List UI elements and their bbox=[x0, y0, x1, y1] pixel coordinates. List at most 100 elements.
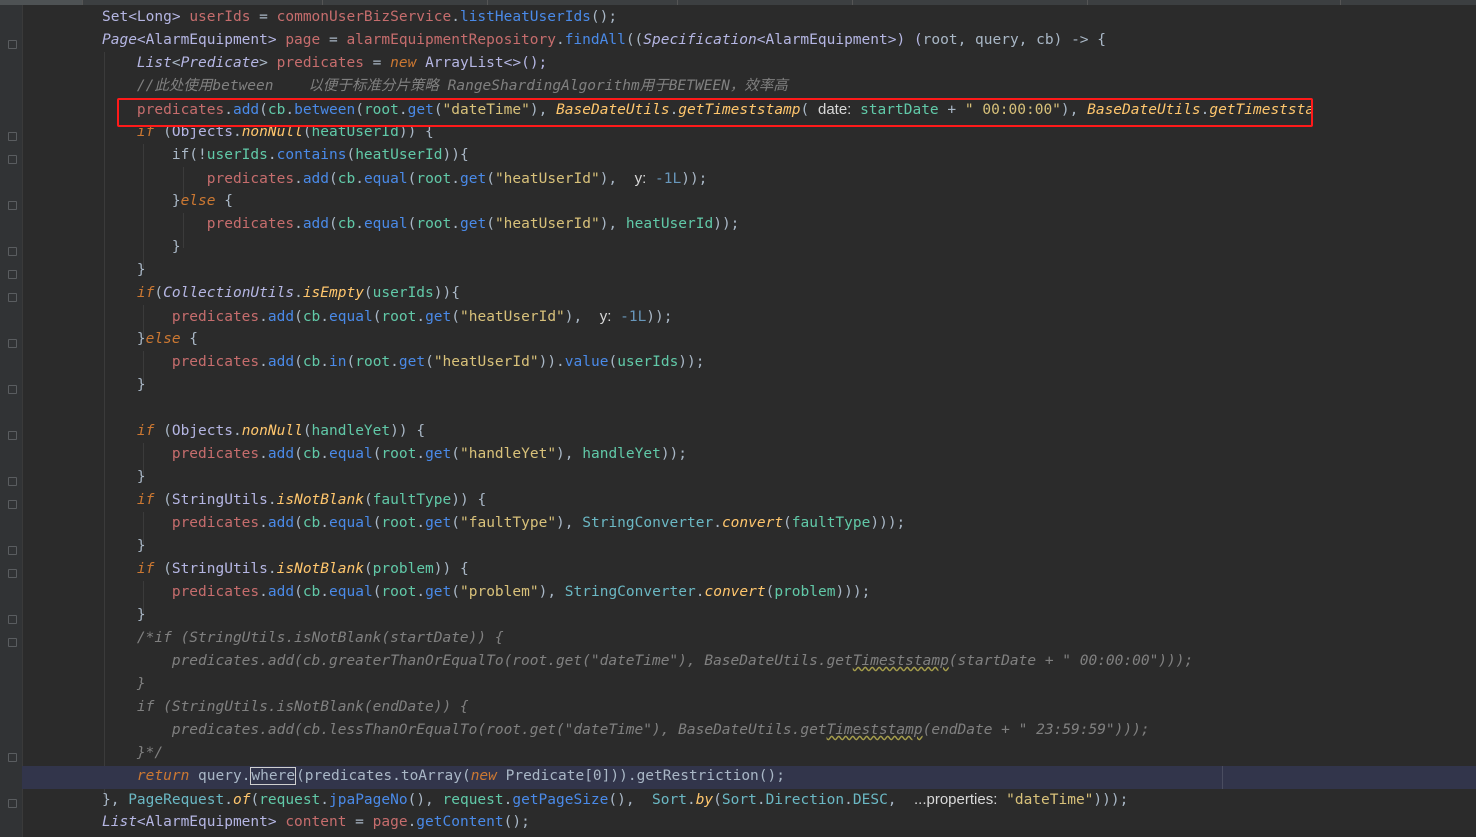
code-token: . bbox=[259, 515, 268, 531]
code-line[interactable]: Set<Long> userIds = commonUserBizService… bbox=[102, 6, 1314, 29]
code-line[interactable] bbox=[102, 397, 1314, 420]
editor-tab[interactable] bbox=[1087, 0, 1341, 5]
code-line[interactable]: }else { bbox=[102, 190, 1314, 213]
fold-marker-icon[interactable] bbox=[8, 569, 17, 578]
editor-tab[interactable] bbox=[322, 0, 488, 5]
code-token: equal bbox=[363, 171, 408, 187]
fold-marker-icon[interactable] bbox=[8, 753, 17, 762]
code-line[interactable]: predicates.add(cb.equal(root.get("heatUs… bbox=[102, 213, 1314, 236]
code-line[interactable]: predicates.add(cb.in(root.get("heatUserI… bbox=[102, 351, 1314, 374]
fold-marker-icon[interactable] bbox=[8, 247, 17, 256]
fold-marker-icon[interactable] bbox=[8, 385, 17, 394]
code-token: -1L bbox=[646, 171, 682, 187]
code-line[interactable]: predicates.add(cb.equal(root.get("heatUs… bbox=[102, 167, 1314, 190]
code-line[interactable]: } bbox=[102, 236, 1314, 259]
fold-marker-icon[interactable] bbox=[8, 799, 17, 808]
code-token: ( bbox=[329, 216, 338, 232]
code-token: . bbox=[259, 446, 268, 462]
code-token: predicates bbox=[276, 55, 364, 71]
code-line[interactable]: if(CollectionUtils.isEmpty(userIds)){ bbox=[102, 282, 1314, 305]
code-token: ( bbox=[250, 792, 260, 808]
code-token: Specification bbox=[643, 32, 757, 48]
code-line[interactable]: predicates.add(cb.equal(root.get("proble… bbox=[102, 581, 1314, 604]
editor-tab[interactable] bbox=[852, 0, 1088, 5]
code-token: = bbox=[346, 814, 373, 830]
code-line[interactable]: } bbox=[102, 604, 1314, 627]
code-line[interactable]: }else { bbox=[102, 328, 1314, 351]
code-line[interactable]: predicates.add(cb.equal(root.get("heatUs… bbox=[102, 305, 1314, 328]
code-token: <AlarmEquipment> bbox=[136, 32, 286, 48]
fold-marker-icon[interactable] bbox=[8, 638, 17, 647]
editor-tab-bar bbox=[0, 0, 1476, 5]
code-token: predicates bbox=[171, 309, 260, 325]
editor-tab[interactable] bbox=[82, 0, 323, 5]
code-token: )) { bbox=[451, 492, 487, 508]
code-token: of bbox=[232, 792, 251, 808]
parameter-hint: ...properties: bbox=[914, 791, 998, 808]
code-token: handleYet bbox=[582, 446, 661, 462]
code-token: predicates bbox=[206, 171, 295, 187]
code-editor[interactable]: Set<Long> userIds = commonUserBizService… bbox=[102, 6, 1314, 834]
code-token: where bbox=[250, 767, 297, 785]
fold-marker-icon[interactable] bbox=[8, 201, 17, 210]
code-line[interactable]: if (StringUtils.isNotBlank(problem)) { bbox=[102, 558, 1314, 581]
code-line[interactable]: if (Objects.nonNull(handleYet)) { bbox=[102, 420, 1314, 443]
code-line[interactable]: predicates.add(cb.greaterThanOrEqualTo(r… bbox=[102, 650, 1314, 673]
code-token: < bbox=[171, 55, 181, 71]
fold-marker-icon[interactable] bbox=[8, 546, 17, 555]
code-token: userIds bbox=[617, 354, 679, 370]
code-line[interactable]: Page<AlarmEquipment> page = alarmEquipme… bbox=[102, 29, 1314, 52]
code-line[interactable]: return query.where(predicates.toArray(ne… bbox=[102, 765, 1314, 788]
code-line[interactable]: }*/ bbox=[102, 742, 1314, 765]
code-token: . bbox=[407, 814, 417, 830]
editor-tab[interactable] bbox=[1340, 0, 1476, 5]
code-line[interactable]: predicates.add(cb.lessThanOrEqualTo(root… bbox=[102, 719, 1314, 742]
code-line[interactable]: if(!userIds.contains(heatUserId)){ bbox=[102, 144, 1314, 167]
fold-marker-icon[interactable] bbox=[8, 155, 17, 164]
code-token: cb bbox=[302, 309, 321, 325]
code-line[interactable]: } bbox=[102, 466, 1314, 489]
fold-marker-icon[interactable] bbox=[8, 477, 17, 486]
code-line[interactable]: List<Predicate> predicates = new ArrayLi… bbox=[102, 52, 1314, 75]
code-line[interactable]: List<AlarmEquipment> content = page.getC… bbox=[102, 811, 1314, 834]
fold-marker-icon[interactable] bbox=[8, 132, 17, 141]
code-token: } bbox=[102, 538, 146, 554]
code-line[interactable]: /*if (StringUtils.isNotBlank(startDate))… bbox=[102, 627, 1314, 650]
editor-tab[interactable] bbox=[677, 0, 853, 5]
code-line[interactable]: }, PageRequest.of(request.jpaPageNo(), r… bbox=[102, 788, 1314, 811]
code-token: . bbox=[844, 792, 853, 808]
code-token: ))); bbox=[835, 584, 871, 600]
code-line[interactable]: } bbox=[102, 673, 1314, 696]
code-token: contains bbox=[276, 147, 347, 163]
fold-marker-icon[interactable] bbox=[8, 293, 17, 302]
fold-marker-icon[interactable] bbox=[8, 40, 17, 49]
code-token: } bbox=[102, 607, 146, 623]
code-token: . bbox=[355, 171, 364, 187]
fold-marker-icon[interactable] bbox=[8, 431, 17, 440]
code-line[interactable]: } bbox=[102, 259, 1314, 282]
fold-marker-icon[interactable] bbox=[8, 339, 17, 348]
code-token: (startDate + " 00:00:00"))); bbox=[948, 653, 1194, 669]
fold-marker-icon[interactable] bbox=[8, 615, 17, 624]
code-line[interactable]: if (StringUtils.isNotBlank(faultType)) { bbox=[102, 489, 1314, 512]
code-line[interactable]: if (StringUtils.isNotBlank(endDate)) { bbox=[102, 696, 1314, 719]
code-line[interactable]: predicates.add(cb.equal(root.get("handle… bbox=[102, 443, 1314, 466]
fold-marker-icon[interactable] bbox=[8, 270, 17, 279]
parameter-hint: y: bbox=[634, 170, 647, 187]
code-token: ( bbox=[363, 285, 373, 301]
code-token: . bbox=[320, 354, 330, 370]
code-token: equal bbox=[363, 216, 408, 232]
code-line[interactable]: //此处使用between 以便于标准分片策略 RangeShardingAlg… bbox=[102, 75, 1314, 98]
code-line[interactable]: predicates.add(cb.equal(root.get("faultT… bbox=[102, 512, 1314, 535]
code-line[interactable]: } bbox=[102, 374, 1314, 397]
code-token: if bbox=[136, 423, 155, 439]
editor-tab[interactable] bbox=[487, 0, 678, 5]
code-token: . bbox=[267, 492, 277, 508]
code-line[interactable]: } bbox=[102, 535, 1314, 558]
code-token: add bbox=[267, 446, 295, 462]
code-token: . bbox=[259, 584, 268, 600]
fold-marker-icon[interactable] bbox=[8, 500, 17, 509]
